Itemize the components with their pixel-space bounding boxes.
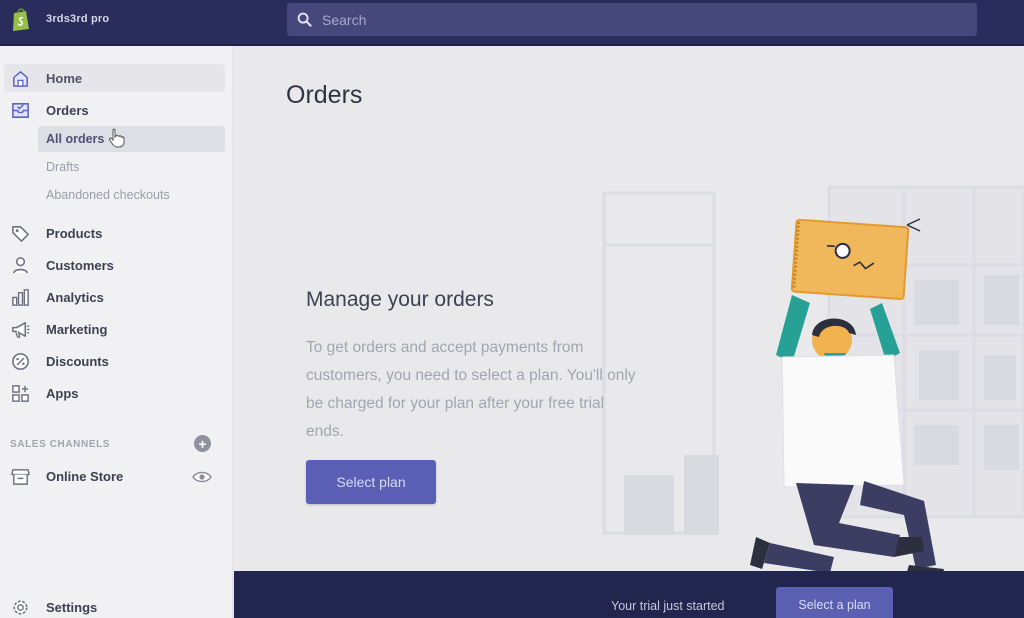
- store-name: 3rds3rd pro: [46, 13, 110, 25]
- sidebar-subitem-all-orders[interactable]: All orders: [38, 126, 225, 152]
- apps-icon: [9, 382, 31, 404]
- sidebar-item-label: Customers: [46, 257, 114, 273]
- sidebar-item-label: Apps: [46, 385, 79, 401]
- empty-state-description: To get orders and accept payments from c…: [306, 339, 636, 440]
- discount-icon: [9, 350, 31, 372]
- plus-icon: +: [198, 435, 207, 452]
- sidebar-item-label: Home: [46, 70, 83, 86]
- sidebar-item-orders[interactable]: Orders: [0, 96, 228, 124]
- shopify-logo-icon: [13, 8, 29, 31]
- sidebar-item-label: Marketing: [46, 321, 108, 337]
- sidebar-item-label: Products: [46, 225, 103, 241]
- trial-banner: Your trial just started Select a plan: [234, 571, 1024, 618]
- store-icon: [9, 465, 31, 487]
- top-bar: 3rds3rd pro: [0, 0, 1024, 46]
- select-plan-button[interactable]: Select plan: [306, 460, 436, 504]
- sidebar: Home Orders All orders Drafts Abandoned …: [0, 46, 233, 618]
- select-a-plan-button[interactable]: Select a plan: [776, 587, 893, 618]
- hand-cursor-icon: [108, 128, 125, 148]
- sales-channels-heading: SALES CHANNELS: [10, 439, 111, 450]
- sidebar-subitem-abandoned-checkouts[interactable]: Abandoned checkouts: [38, 182, 225, 208]
- tag-icon: [9, 222, 31, 244]
- sidebar-item-apps[interactable]: Apps: [0, 379, 228, 407]
- sidebar-item-label: Discounts: [46, 353, 109, 369]
- sidebar-item-label: Analytics: [46, 289, 104, 305]
- home-icon: [9, 67, 31, 89]
- search-bar[interactable]: [287, 3, 977, 36]
- eye-icon[interactable]: [192, 470, 212, 484]
- sidebar-item-label: Online Store: [46, 468, 124, 484]
- page-title: Orders: [286, 81, 363, 109]
- sidebar-item-products[interactable]: Products: [0, 219, 228, 247]
- sidebar-item-settings[interactable]: Settings: [0, 593, 228, 618]
- person-icon: [9, 254, 31, 276]
- empty-state-heading: Manage your orders: [306, 288, 494, 311]
- sidebar-item-label: Orders: [46, 102, 89, 118]
- sidebar-item-home[interactable]: Home: [4, 64, 225, 92]
- sidebar-item-marketing[interactable]: Marketing: [0, 315, 228, 343]
- search-icon: [297, 12, 312, 27]
- sidebar-subitem-drafts[interactable]: Drafts: [38, 154, 225, 180]
- trial-status-text: Your trial just started: [611, 599, 725, 613]
- orders-icon: [9, 99, 31, 121]
- sidebar-item-analytics[interactable]: Analytics: [0, 283, 228, 311]
- empty-state: Manage your orders To get orders and acc…: [306, 288, 646, 504]
- main-content: Orders Manage your orders To get orders …: [234, 48, 1024, 618]
- gear-icon: [9, 596, 31, 618]
- bar-chart-icon: [9, 286, 31, 308]
- sidebar-item-discounts[interactable]: Discounts: [0, 347, 228, 375]
- sidebar-item-customers[interactable]: Customers: [0, 251, 228, 279]
- search-input[interactable]: [322, 11, 922, 28]
- megaphone-icon: [9, 318, 31, 340]
- add-sales-channel-button[interactable]: +: [194, 435, 211, 452]
- sidebar-item-label: Settings: [46, 599, 98, 615]
- store-switcher[interactable]: 3rds3rd pro: [10, 6, 109, 32]
